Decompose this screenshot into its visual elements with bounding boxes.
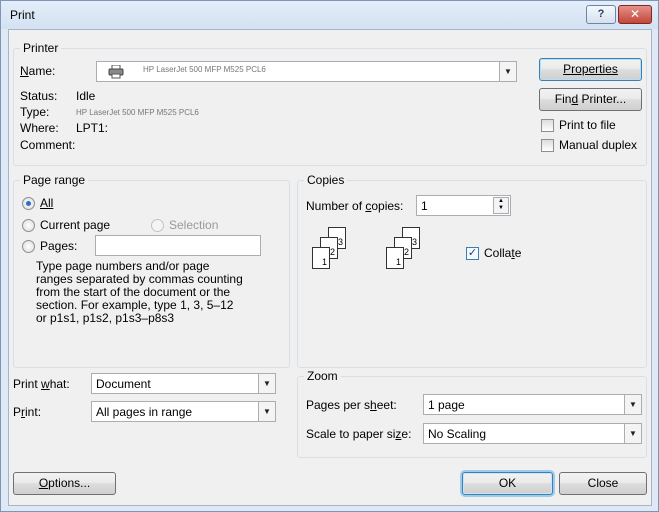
number-of-copies-label: Number of copies: bbox=[306, 199, 404, 213]
zoom-group-label: Zoom bbox=[304, 369, 341, 383]
scale-value: No Scaling bbox=[428, 427, 487, 441]
type-label: Type: bbox=[20, 105, 50, 119]
current-page-radio[interactable] bbox=[22, 219, 35, 232]
print-to-file-checkbox[interactable] bbox=[541, 119, 554, 132]
print-what-value: Document bbox=[96, 377, 151, 391]
sheet-icon: 1 bbox=[386, 247, 404, 269]
copies-group: Copies Number of copies: 1 ▲ ▼ 3 2 1 3 2 … bbox=[297, 173, 647, 368]
close-button[interactable]: Close bbox=[559, 472, 647, 495]
copies-input[interactable]: 1 ▲ ▼ bbox=[416, 195, 511, 216]
scale-select[interactable]: No Scaling ▼ bbox=[423, 423, 642, 444]
title-bar: Print ? ✕ bbox=[1, 1, 658, 29]
collate-illustration-b: 3 2 1 bbox=[386, 227, 436, 277]
zoom-group: Zoom Pages per sheet: 1 page ▼ Scale to … bbox=[297, 369, 647, 458]
properties-button[interactable]: Properties bbox=[539, 58, 642, 81]
copies-value: 1 bbox=[421, 199, 428, 213]
chevron-down-icon[interactable]: ▼ bbox=[624, 395, 641, 414]
where-label: Where: bbox=[20, 121, 59, 135]
selection-label: Selection bbox=[169, 218, 219, 232]
pages-input[interactable] bbox=[95, 235, 261, 256]
collate-checkbox[interactable]: ✓ bbox=[466, 247, 479, 260]
window-close-button[interactable]: ✕ bbox=[618, 5, 652, 24]
all-radio[interactable] bbox=[22, 197, 35, 210]
printer-name-value: HP LaserJet 500 MFP M525 PCL6 bbox=[143, 65, 266, 74]
copies-group-label: Copies bbox=[304, 173, 348, 187]
collate-label: Collate bbox=[484, 246, 522, 260]
selection-radio[interactable] bbox=[151, 219, 164, 232]
status-label: Status: bbox=[20, 89, 58, 103]
printer-group-label: Printer bbox=[20, 41, 62, 55]
ok-button[interactable]: OK bbox=[462, 472, 553, 495]
find-printer-button[interactable]: Find Printer... bbox=[539, 88, 642, 111]
page-range-description: Type page numbers and/or page ranges sep… bbox=[36, 259, 243, 325]
page-range-group-label: Page range bbox=[20, 173, 89, 187]
help-button[interactable]: ? bbox=[586, 5, 616, 24]
window-title: Print bbox=[10, 8, 35, 22]
chevron-down-icon[interactable]: ▼ bbox=[258, 374, 275, 393]
print-what-select[interactable]: Document ▼ bbox=[91, 373, 276, 394]
dialog-body: Printer Name: HP LaserJet 500 MFP M525 P… bbox=[8, 29, 652, 506]
all-radio-label: All bbox=[40, 196, 54, 210]
chevron-down-icon[interactable]: ▼ bbox=[258, 402, 275, 421]
comment-label: Comment: bbox=[20, 138, 76, 152]
manual-duplex-checkbox[interactable] bbox=[541, 139, 554, 152]
print-dialog: Print ? ✕ Printer Name: HP LaserJet 500 … bbox=[0, 0, 659, 512]
printer-group: Printer Name: HP LaserJet 500 MFP M525 P… bbox=[13, 41, 647, 166]
print-to-file-label: Print to file bbox=[559, 118, 616, 132]
printer-name-select[interactable]: HP LaserJet 500 MFP M525 PCL6 ▼ bbox=[96, 61, 517, 82]
page-range-group: Page range All Current page Selection Pa… bbox=[13, 173, 290, 368]
type-value: HP LaserJet 500 MFP M525 PCL6 bbox=[76, 108, 199, 117]
sheet-icon: 1 bbox=[312, 247, 330, 269]
pages-radio[interactable] bbox=[22, 240, 35, 253]
scale-label: Scale to paper size: bbox=[306, 427, 412, 441]
printer-icon bbox=[108, 64, 124, 82]
name-label: Name: bbox=[20, 64, 56, 78]
pages-per-sheet-value: 1 page bbox=[428, 398, 465, 412]
collate-illustration-a: 3 2 1 bbox=[312, 227, 362, 277]
print-select[interactable]: All pages in range ▼ bbox=[91, 401, 276, 422]
where-value: LPT1: bbox=[76, 121, 109, 135]
chevron-down-icon[interactable]: ▼ bbox=[499, 62, 516, 81]
status-value: Idle bbox=[76, 89, 96, 103]
pages-per-sheet-label: Pages per sheet: bbox=[306, 398, 397, 412]
pages-label: Pages: bbox=[40, 239, 78, 253]
copies-spinner[interactable]: ▲ ▼ bbox=[493, 197, 509, 214]
chevron-down-icon[interactable]: ▼ bbox=[624, 424, 641, 443]
manual-duplex-label: Manual duplex bbox=[559, 138, 638, 152]
print-label: Print: bbox=[13, 405, 42, 419]
pages-per-sheet-select[interactable]: 1 page ▼ bbox=[423, 394, 642, 415]
print-value: All pages in range bbox=[96, 405, 193, 419]
print-what-label: Print what: bbox=[13, 377, 70, 391]
current-page-label: Current page bbox=[40, 218, 111, 232]
options-button[interactable]: Options... bbox=[13, 472, 116, 495]
